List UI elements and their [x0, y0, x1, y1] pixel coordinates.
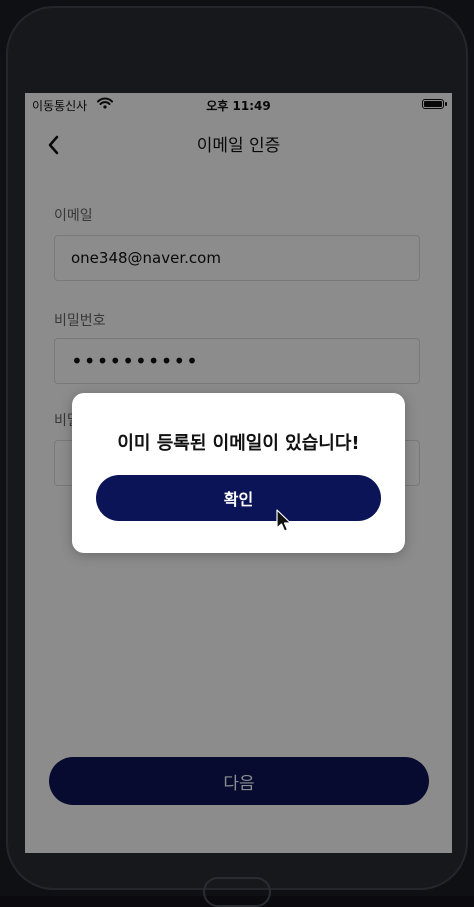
home-indicator[interactable]	[203, 877, 271, 907]
phone-frame: 이동통신사 오후 11:49 이메일 인증 이메일 one348@naver.c…	[0, 0, 474, 907]
app-screen: 이동통신사 오후 11:49 이메일 인증 이메일 one348@naver.c…	[25, 93, 452, 853]
confirm-button[interactable]: 확인	[96, 475, 381, 521]
cursor-icon	[276, 509, 292, 532]
alert-dialog: 이미 등록된 이메일이 있습니다! 확인	[72, 393, 405, 553]
alert-message: 이미 등록된 이메일이 있습니다!	[117, 433, 360, 454]
